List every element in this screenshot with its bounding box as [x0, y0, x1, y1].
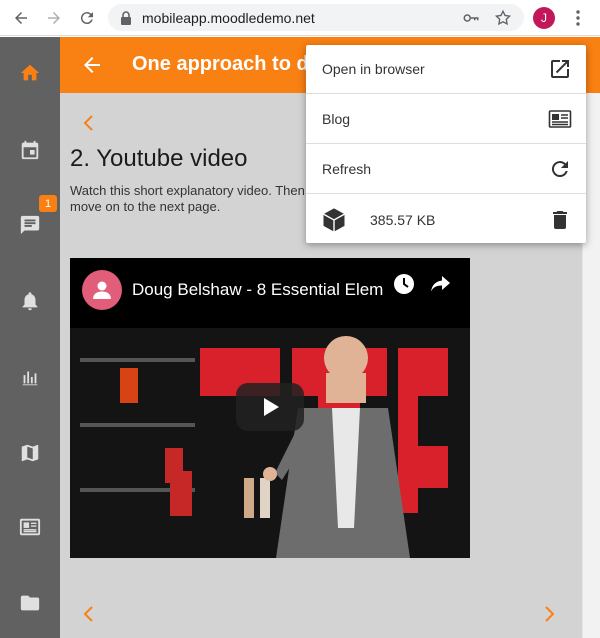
messages-badge: 1 [39, 195, 57, 212]
chat-icon [20, 215, 40, 235]
page-title: One approach to digital literacies [132, 53, 312, 75]
play-button[interactable] [236, 383, 304, 431]
share-icon[interactable] [428, 272, 452, 296]
address-bar[interactable]: mobileapp.moodledemo.net [108, 4, 524, 31]
home-icon [20, 64, 40, 81]
browser-toolbar: mobileapp.moodledemo.net J [0, 0, 600, 36]
star-icon[interactable] [494, 9, 512, 27]
video-title[interactable]: Doug Belshaw - 8 Essential Elements of D… [132, 280, 384, 300]
newspaper-icon [19, 518, 41, 536]
sidebar-item-calendar[interactable] [0, 130, 60, 170]
sidebar-item-files[interactable] [0, 583, 60, 623]
menu-item-blog[interactable]: Blog [306, 95, 586, 144]
menu-item-label: Open in browser [322, 61, 425, 77]
channel-avatar[interactable] [82, 270, 122, 310]
arrow-left-icon [15, 12, 27, 24]
play-icon [264, 398, 279, 416]
refresh-icon [551, 161, 568, 178]
menu-item-refresh[interactable]: Refresh [306, 145, 586, 194]
browser-reload-button[interactable] [72, 3, 102, 33]
url-text: mobileapp.moodledemo.net [142, 9, 315, 26]
video-thumbnail [70, 328, 470, 558]
sidebar-item-home[interactable] [0, 53, 60, 93]
cube-icon [323, 207, 345, 232]
context-menu: Open in browser Blog Refresh 385.57 KB [306, 45, 586, 243]
sidebar-item-grades[interactable] [0, 357, 60, 397]
calendar-icon [21, 140, 39, 160]
bell-icon [22, 292, 38, 311]
browser-menu-icon[interactable] [568, 8, 588, 28]
back-arrow-icon[interactable] [80, 53, 104, 77]
page-description: Watch this short explanatory video. Then… [70, 183, 305, 214]
key-icon[interactable] [462, 9, 480, 27]
profile-avatar[interactable]: J [533, 7, 555, 29]
side-menu [0, 37, 60, 638]
clock-icon[interactable] [392, 272, 416, 296]
user-icon [93, 281, 111, 299]
menu-item-open-in-browser[interactable]: Open in browser [306, 45, 586, 94]
chevron-left-icon[interactable] [80, 605, 98, 623]
youtube-video[interactable]: Doug Belshaw - 8 Essential Elements of D… [70, 258, 470, 558]
menu-item-storage: 385.57 KB [306, 195, 586, 244]
menu-item-label: Refresh [322, 161, 372, 177]
newspaper-icon [548, 110, 572, 128]
sidebar-item-notifications[interactable] [0, 281, 60, 321]
trash-icon[interactable] [548, 208, 572, 232]
chevron-right-icon[interactable] [540, 605, 558, 623]
browser-back-button[interactable] [6, 3, 36, 33]
browser-forward-button[interactable] [39, 3, 69, 33]
lock-icon [121, 10, 131, 25]
bar-chart-icon [22, 371, 38, 386]
chevron-left-icon[interactable] [80, 114, 98, 132]
menu-item-label: Blog [322, 111, 351, 127]
arrow-right-icon [48, 12, 60, 24]
reload-icon [80, 12, 93, 25]
page-heading: 2. Youtube video [70, 145, 248, 172]
map-icon [21, 444, 39, 462]
sidebar-item-map[interactable] [0, 433, 60, 473]
sidebar-item-blog[interactable] [0, 507, 60, 547]
storage-size: 385.57 KB [370, 211, 436, 228]
folder-icon [20, 595, 40, 611]
open-in-new-icon [551, 60, 569, 78]
